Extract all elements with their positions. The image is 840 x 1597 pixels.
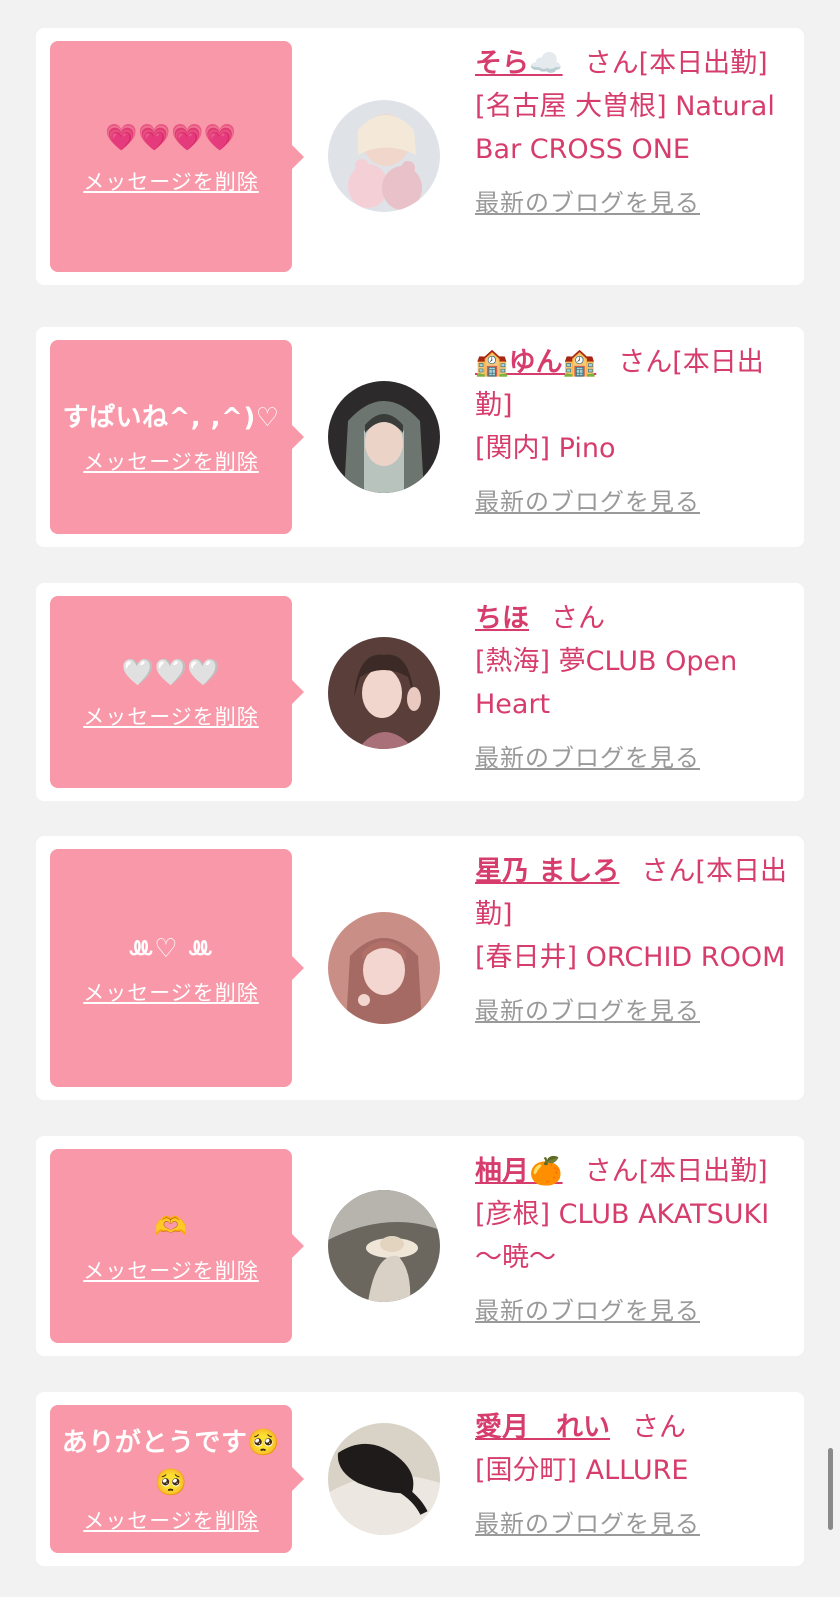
avatar[interactable] (328, 100, 440, 212)
message-bubble: 💗💗💗💗 メッセージを削除 (50, 41, 304, 272)
message-bubble: ありがとうです🥺🥺 メッセージを削除 (50, 1405, 304, 1553)
message-bubble: ꔛ♡ ꔛ メッセージを削除 (50, 849, 304, 1087)
message-text: ꔛ♡ ꔛ (128, 934, 214, 964)
delete-message-link[interactable]: メッセージを削除 (83, 701, 259, 731)
cast-name-link[interactable]: 柚月🍊 (475, 1156, 563, 1187)
avatar[interactable] (328, 381, 440, 493)
message-text: 🫶 (154, 1212, 188, 1242)
message-bubble: すぱいね^, ,^)♡ メッセージを削除 (50, 340, 304, 534)
latest-blog-link[interactable]: 最新のブログを見る (475, 993, 793, 1029)
cast-info: 柚月🍊 さん[本日出勤] [彦根] CLUB AKATSUKI 〜暁〜 最新のブロ… (475, 1150, 793, 1329)
message-bubble: 🤍🤍🤍 メッセージを削除 (50, 596, 304, 788)
avatar[interactable] (328, 1423, 440, 1535)
store-name: [名古屋 大曽根] Natural Bar CROSS ONE (475, 91, 775, 165)
delete-message-link[interactable]: メッセージを削除 (83, 977, 259, 1007)
cast-name-link[interactable]: 星乃 ましろ (475, 856, 619, 887)
cast-name-link[interactable]: ちほ (475, 603, 529, 634)
message-card: ありがとうです🥺🥺 メッセージを削除 愛月 れい さん [国分町] ALLURE … (36, 1392, 804, 1566)
avatar[interactable] (328, 1190, 440, 1302)
latest-blog-link[interactable]: 最新のブログを見る (475, 1506, 793, 1542)
message-text: すぱいね^, ,^)♡ (62, 403, 280, 433)
latest-blog-link[interactable]: 最新のブログを見る (475, 484, 793, 520)
store-name: [熱海] 夢CLUB Open Heart (475, 646, 738, 720)
cast-name-link[interactable]: 🏫ゆん🏫 (475, 347, 596, 378)
message-text: ありがとうです🥺🥺 (61, 1428, 281, 1498)
cast-info: ちほ さん [熱海] 夢CLUB Open Heart 最新のブログを見る (475, 597, 793, 776)
message-card: ꔛ♡ ꔛ メッセージを削除 星乃 ましろ さん[本日出勤] [春日井] ORCHI… (36, 836, 804, 1100)
cast-info: そら☁️ さん[本日出勤] [名古屋 大曽根] Natural Bar CROSS… (475, 42, 793, 221)
latest-blog-link[interactable]: 最新のブログを見る (475, 740, 793, 776)
delete-message-link[interactable]: メッセージを削除 (83, 166, 259, 196)
delete-message-link[interactable]: メッセージを削除 (83, 446, 259, 476)
scrollbar[interactable] (828, 1448, 833, 1530)
message-card: 💗💗💗💗 メッセージを削除 そら☁️ さん[本日出勤] [名古屋 大曽根] Nat… (36, 28, 804, 285)
message-card: 🤍🤍🤍 メッセージを削除 ちほ さん [熱海] 夢CLUB Open Heart … (36, 583, 804, 801)
cast-info: 愛月 れい さん [国分町] ALLURE 最新のブログを見る (475, 1406, 793, 1542)
message-text: 💗💗💗💗 (105, 122, 237, 153)
cast-name-link[interactable]: 愛月 れい (475, 1412, 610, 1443)
store-name: [彦根] CLUB AKATSUKI 〜暁〜 (475, 1199, 770, 1273)
store-name: [関内] Pino (475, 433, 616, 464)
store-name: [国分町] ALLURE (475, 1455, 689, 1486)
cast-info: 🏫ゆん🏫 さん[本日出勤] [関内] Pino 最新のブログを見る (475, 341, 793, 520)
message-bubble: 🫶 メッセージを削除 (50, 1149, 304, 1343)
store-name: [春日井] ORCHID ROOM (475, 942, 786, 973)
cast-status: さん[本日出勤] (584, 1156, 768, 1187)
delete-message-link[interactable]: メッセージを削除 (83, 1505, 259, 1535)
cast-status: さん (632, 1412, 686, 1443)
cast-status: さん[本日出勤] (584, 48, 768, 79)
cast-info: 星乃 ましろ さん[本日出勤] [春日井] ORCHID ROOM 最新のブログを… (475, 850, 793, 1029)
delete-message-link[interactable]: メッセージを削除 (83, 1255, 259, 1285)
cast-name-link[interactable]: そら☁️ (475, 48, 563, 79)
message-text: 🤍🤍🤍 (121, 658, 221, 688)
message-card: 🫶 メッセージを削除 柚月🍊 さん[本日出勤] [彦根] CLUB AKATSUK… (36, 1136, 804, 1356)
cast-status: さん (551, 603, 605, 634)
avatar[interactable] (328, 912, 440, 1024)
avatar[interactable] (328, 637, 440, 749)
message-card: すぱいね^, ,^)♡ メッセージを削除 🏫ゆん🏫 さん[本日出勤] [関内] P… (36, 327, 804, 547)
latest-blog-link[interactable]: 最新のブログを見る (475, 1293, 793, 1329)
latest-blog-link[interactable]: 最新のブログを見る (475, 185, 793, 221)
